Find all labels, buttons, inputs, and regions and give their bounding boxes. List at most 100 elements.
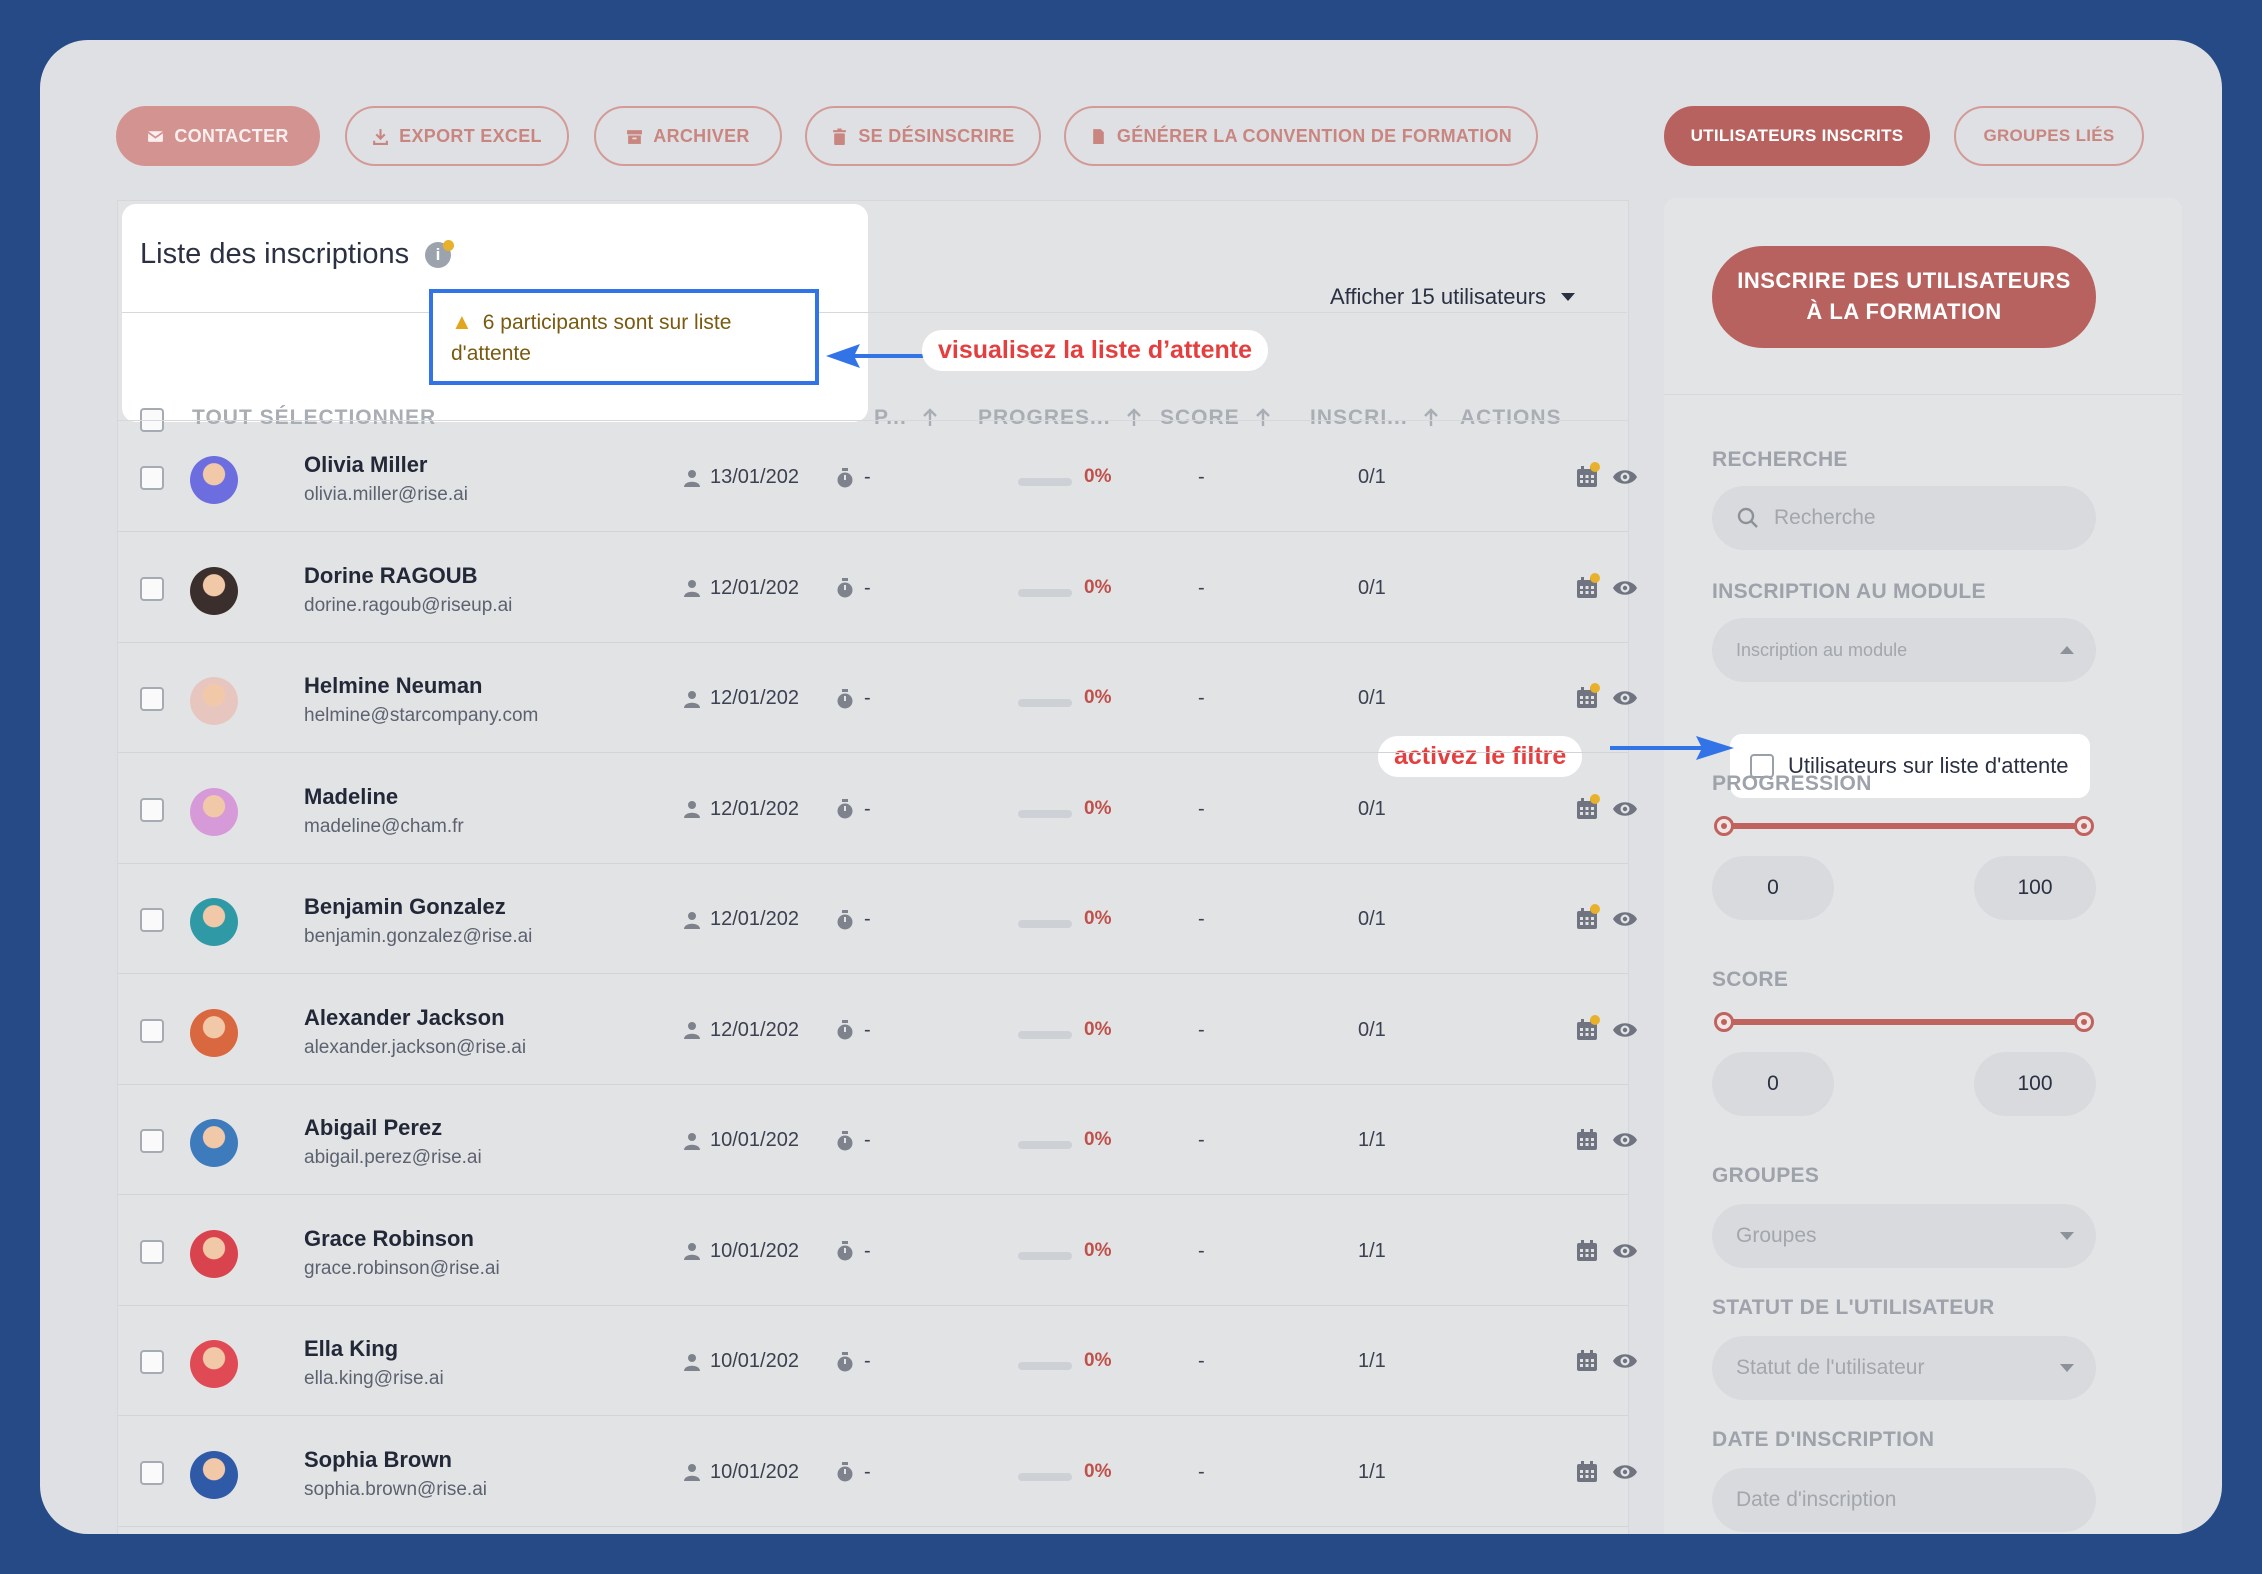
enrollment-date-value: 13/01/202: [710, 466, 799, 488]
user-name[interactable]: Ella King: [304, 1336, 398, 1362]
caret-down-icon: [2060, 1364, 2074, 1372]
archive-button[interactable]: ARCHIVER: [594, 106, 782, 166]
enroll-users-button[interactable]: INSCRIRE DES UTILISATEURS À LA FORMATION: [1712, 246, 2096, 348]
table-row[interactable]: Dorine RAGOUB dorine.ragoub@riseup.ai 12/0…: [118, 533, 1637, 643]
table-row[interactable]: Benjamin Gonzalez benjamin.gonzalez@rise.…: [118, 864, 1637, 974]
row-checkbox[interactable]: [140, 797, 164, 822]
user-name[interactable]: Olivia Miller: [304, 452, 428, 478]
time-spent-value: -: [864, 1018, 871, 1041]
table-row[interactable]: Sophia Brown sophia.brown@rise.ai 10/01/20…: [118, 1417, 1637, 1527]
page-size-select[interactable]: Afficher 15 utilisateurs: [1330, 284, 1576, 310]
eye-icon[interactable]: [1612, 1461, 1638, 1483]
date-input[interactable]: Date d'inscription: [1712, 1468, 2096, 1532]
status-select[interactable]: Statut de l'utilisateur: [1712, 1336, 2096, 1400]
user-name[interactable]: Abigail Perez: [304, 1115, 442, 1141]
row-checkbox[interactable]: [140, 466, 164, 490]
calendar-icon[interactable]: [1576, 1460, 1598, 1483]
row-checkbox[interactable]: [140, 1460, 164, 1485]
avatar: [190, 1119, 238, 1167]
score-max-input[interactable]: 100: [1974, 1052, 2096, 1116]
progress-max-handle[interactable]: [2074, 816, 2094, 836]
contact-label: CONTACTER: [174, 125, 289, 146]
calendar-icon[interactable]: [1576, 1239, 1598, 1262]
module-select[interactable]: Inscription au module: [1712, 618, 2096, 682]
row-checkbox[interactable]: [140, 1239, 164, 1264]
user-icon: [684, 1132, 700, 1150]
contact-button[interactable]: CONTACTER: [116, 106, 320, 166]
eye-icon[interactable]: [1612, 577, 1638, 599]
user-name[interactable]: Madeline: [304, 784, 398, 810]
eye-icon[interactable]: [1612, 1240, 1638, 1262]
inscription-count: 1/1: [1358, 1460, 1386, 1483]
inscription-count: 1/1: [1358, 1350, 1386, 1372]
calendar-icon[interactable]: [1576, 1129, 1598, 1151]
table-row[interactable]: Abigail Perez abigail.perez@rise.ai 10/01/…: [118, 1085, 1637, 1195]
module-placeholder: Inscription au module: [1736, 639, 1908, 660]
user-name[interactable]: Benjamin Gonzalez: [304, 894, 506, 920]
inscription-count: 0/1: [1358, 687, 1386, 709]
score-min-handle[interactable]: [1714, 1012, 1734, 1032]
progress-value: 0%: [1084, 466, 1112, 487]
time-spent: -: [836, 1240, 871, 1263]
table-row[interactable]: Ella King ella.king@rise.ai 10/01/202 - 0% - 1…: [118, 1306, 1637, 1416]
progress-slider-track[interactable]: [1724, 823, 2084, 829]
score-label: SCORE: [1712, 968, 1789, 991]
export-excel-button[interactable]: EXPORT EXCEL: [345, 106, 569, 166]
eye-icon[interactable]: [1612, 1129, 1638, 1151]
status-placeholder: Statut de l'utilisateur: [1736, 1356, 1925, 1379]
waiting-list-alert-text: 6 participants sont sur liste d'attente: [451, 311, 732, 365]
row-checkbox[interactable]: [140, 1350, 164, 1374]
eye-icon[interactable]: [1612, 687, 1638, 709]
user-name[interactable]: Dorine RAGOUB: [304, 563, 478, 589]
table-row[interactable]: Alexander Jackson alexander.jackson@rise.…: [118, 975, 1637, 1085]
page-title: Liste des inscriptions: [140, 238, 410, 270]
waiting-list-alert[interactable]: ▲ 6 participants sont sur liste d'attente: [429, 289, 819, 385]
score-min-input[interactable]: 0: [1712, 1052, 1834, 1116]
row-checkbox[interactable]: [140, 1129, 164, 1153]
user-name[interactable]: Grace Robinson: [304, 1226, 474, 1252]
enrollment-date: 12/01/202: [684, 1019, 799, 1042]
warning-icon: ▲: [451, 309, 473, 334]
avatar: [190, 1450, 238, 1499]
eye-icon[interactable]: [1612, 466, 1638, 488]
waiting-list-dot: [1590, 572, 1600, 583]
table-row[interactable]: Madeline madeline@cham.fr 12/01/202 - 0% - 0/1: [118, 754, 1637, 864]
calendar-icon[interactable]: [1576, 1350, 1598, 1372]
progress-min-input[interactable]: 0: [1712, 856, 1834, 920]
page-size-label: Afficher 15 utilisateurs: [1330, 284, 1547, 309]
row-checkbox[interactable]: [140, 687, 164, 711]
eye-icon[interactable]: [1612, 1019, 1638, 1041]
tab-enrolled-users[interactable]: UTILISATEURS INSCRITS: [1664, 106, 1930, 166]
generate-convention-button[interactable]: GÉNÉRER LA CONVENTION DE FORMATION: [1064, 106, 1538, 166]
progress-min-handle[interactable]: [1714, 816, 1734, 836]
app-window: CONTACTER EXPORT EXCEL ARCHIVER SE DÉSIN…: [40, 40, 2222, 1534]
table-row[interactable]: Grace Robinson grace.robinson@rise.ai 10/0…: [118, 1196, 1637, 1306]
score-max-handle[interactable]: [2074, 1012, 2094, 1032]
row-checkbox[interactable]: [140, 1018, 164, 1043]
trash-icon: [833, 128, 847, 145]
user-name[interactable]: Alexander Jackson: [304, 1005, 505, 1031]
enrollment-date-value: 12/01/202: [710, 908, 799, 930]
table-row[interactable]: Helmine Neuman helmine@starcompany.com 12/…: [118, 643, 1637, 753]
user-name[interactable]: Helmine Neuman: [304, 673, 483, 699]
search-icon: [1737, 507, 1758, 528]
score-value: -: [1198, 1129, 1205, 1151]
export-label: EXPORT EXCEL: [399, 125, 542, 146]
progress-max-input[interactable]: 100: [1974, 856, 2096, 920]
search-input[interactable]: Recherche: [1712, 486, 2096, 550]
score-slider-track[interactable]: [1724, 1019, 2084, 1025]
time-spent: -: [836, 908, 871, 931]
unsubscribe-button[interactable]: SE DÉSINSCRIRE: [805, 106, 1041, 166]
user-email: sophia.brown@rise.ai: [304, 1478, 487, 1500]
groups-select[interactable]: Groupes: [1712, 1204, 2096, 1268]
row-checkbox[interactable]: [140, 908, 164, 932]
user-name[interactable]: Sophia Brown: [304, 1447, 452, 1473]
tab-linked-groups[interactable]: GROUPES LIÉS: [1954, 106, 2144, 166]
time-spent-value: -: [864, 687, 871, 709]
row-checkbox[interactable]: [140, 576, 164, 601]
search-placeholder: Recherche: [1774, 506, 1876, 529]
table-row[interactable]: Olivia Miller olivia.miller@rise.ai 13/01/…: [118, 422, 1637, 532]
eye-icon[interactable]: [1612, 908, 1638, 930]
eye-icon[interactable]: [1612, 1350, 1638, 1372]
eye-icon[interactable]: [1612, 798, 1638, 820]
